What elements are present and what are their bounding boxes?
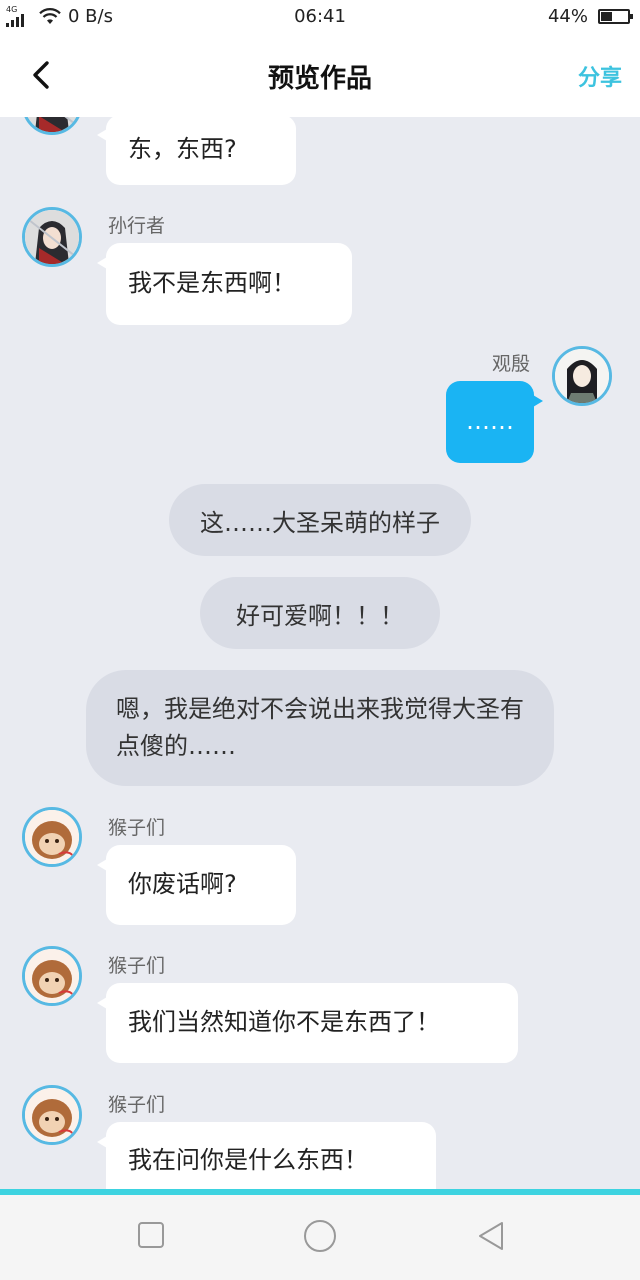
battery-icon	[598, 9, 633, 24]
scholar-avatar[interactable]	[552, 346, 612, 406]
status-bar: 4G 0 B/s 06:41 44%	[0, 0, 640, 34]
system-nav-bar	[0, 1195, 640, 1280]
page-title: 预览作品	[267, 64, 372, 94]
message-text: 东，东西?	[128, 135, 237, 164]
message-text: ……	[466, 407, 514, 436]
narration-bubble[interactable]: 好可爱啊！！！	[200, 577, 440, 649]
monkey-avatar[interactable]	[22, 1085, 82, 1145]
message-text: 我们当然知道你不是东西了！	[128, 1008, 440, 1037]
warrior-avatar[interactable]	[22, 207, 82, 267]
narration-bubble[interactable]: 这……大圣呆萌的样子	[169, 484, 471, 556]
message-bubble[interactable]: 东，东西?	[97, 117, 296, 185]
sender-name: 猴子们	[108, 955, 166, 977]
battery-fill	[601, 12, 613, 21]
message-bubble[interactable]: 你废话啊?	[97, 845, 296, 925]
message-text: 我不是东西啊！	[128, 269, 296, 298]
narration-text: 这……大圣呆萌的样子	[200, 508, 440, 537]
monkey-avatar[interactable]	[22, 807, 82, 867]
chat-area[interactable]: 东，东西? 孙行者 我不是东西啊！ 观殷 …… 这……大圣呆萌的样子 好可爱啊！…	[0, 117, 640, 1189]
monkey-avatar[interactable]	[22, 946, 82, 1006]
sender-name: 猴子们	[108, 817, 166, 839]
top-area: 4G 0 B/s 06:41 44% 预览作品 分享	[0, 0, 640, 117]
message-bubble[interactable]: 我们当然知道你不是东西了！	[97, 983, 518, 1063]
narration-text: 好可爱啊！！！	[236, 601, 404, 630]
battery-percent: 44%	[547, 6, 588, 27]
message-text: 你废话啊?	[128, 870, 237, 899]
share-button[interactable]: 分享	[578, 60, 622, 92]
narration-text: 嗯，我是绝对不会说出来我觉得大圣有点傻的……	[116, 694, 524, 760]
warrior-avatar[interactable]	[22, 117, 82, 135]
app-header: 预览作品 分享	[0, 34, 640, 117]
narration-bubble[interactable]: 嗯，我是绝对不会说出来我觉得大圣有点傻的……	[86, 670, 554, 786]
sender-name: 观殷	[492, 353, 531, 375]
clock: 06:41	[294, 6, 346, 27]
message-text: 我在问你是什么东西！	[128, 1146, 368, 1174]
my-message-bubble[interactable]: ……	[446, 381, 543, 463]
circle-icon[interactable]	[303, 1219, 337, 1253]
sender-name: 孙行者	[108, 215, 166, 237]
sender-name: 猴子们	[108, 1094, 166, 1116]
square-icon[interactable]	[137, 1221, 165, 1249]
message-bubble[interactable]: 我不是东西啊！	[97, 243, 352, 325]
message-bubble[interactable]: 我在问你是什么东西！	[97, 1122, 436, 1189]
triangle-left-icon[interactable]	[476, 1220, 506, 1252]
